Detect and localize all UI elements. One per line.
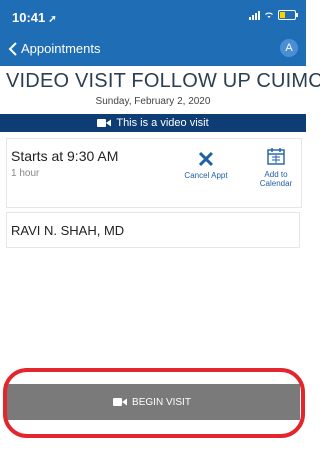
clock-text: 10:41 [12,10,46,25]
chevron-left-icon [8,41,17,56]
add-to-calendar-button[interactable]: Add to Calendar [255,147,297,188]
appointment-date: Sunday, February 2, 2020 [95,96,211,107]
cancel-label: Cancel Appt [184,171,228,180]
status-icons [249,10,298,20]
calendar-icon [267,148,285,165]
wifi-icon [265,12,273,18]
start-time: Starts at 9:30 AM [11,148,119,164]
back-label: Appointments [21,41,101,56]
calendar-label-2: Calendar [259,179,293,188]
close-icon: ✕ [196,147,216,172]
highlight-annotation [3,368,305,438]
duration: 1 hour [11,168,40,179]
back-button[interactable]: Appointments [8,41,101,56]
app-header: 10:41 ➚ Appointments A [0,0,306,66]
avatar[interactable]: A [280,39,298,57]
banner-text: This is a video visit [116,117,209,129]
signal-icon [249,10,260,20]
video-camera-icon [97,119,112,127]
page-title: VIDEO VISIT FOLLOW UP CUIMC [6,70,320,92]
location-arrow-icon: ➚ [48,14,57,25]
video-visit-banner: This is a video visit [0,114,306,132]
battery-icon [278,10,298,20]
calendar-label-1: Add to [264,170,288,179]
content-background [0,248,306,474]
cancel-appt-button[interactable]: ✕ Cancel Appt [181,147,231,181]
appointment-card: Starts at 9:30 AM 1 hour ✕ Cancel Appt A… [6,138,302,208]
provider-name: RAVI N. SHAH, MD [6,212,300,248]
status-time: 10:41 ➚ [12,10,57,25]
